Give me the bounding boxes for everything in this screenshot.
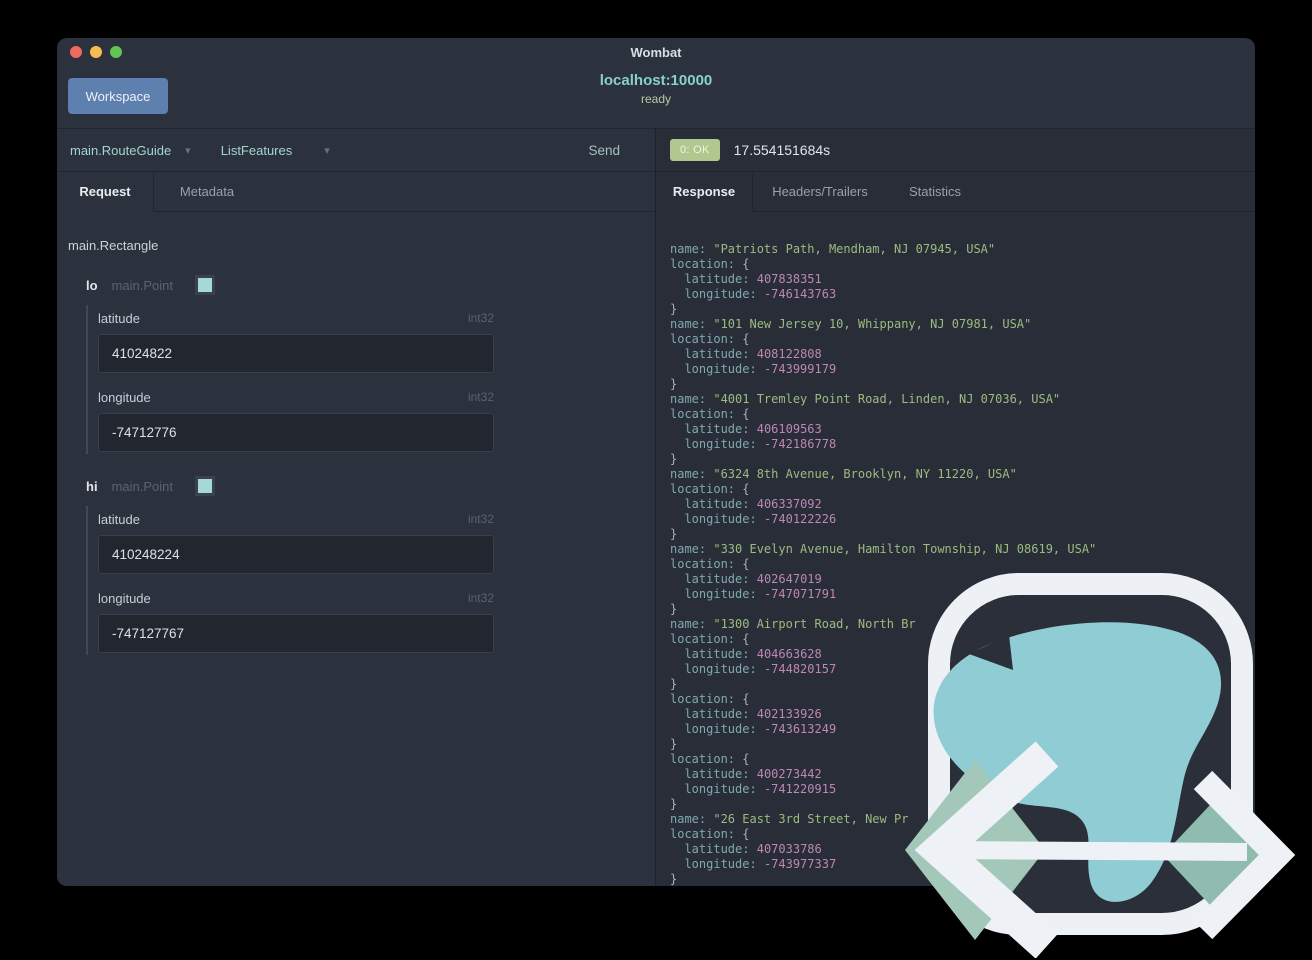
field-longitude: longitude int32	[98, 373, 655, 452]
desktop: { "window": { "title": "Wombat" }, "head…	[0, 0, 1312, 960]
response-line: name: "6324 8th Avenue, Brooklyn, NY 112…	[670, 467, 1017, 481]
minimize-button[interactable]	[90, 46, 102, 58]
status-badge: 0: OK	[670, 139, 720, 161]
group-enable-checkbox[interactable]	[194, 476, 215, 496]
field-latitude: latitude int32	[98, 305, 655, 373]
method-select-value: ListFeatures	[220, 142, 293, 158]
chevron-down-icon: ▾	[324, 144, 330, 157]
response-tabbar: Response Headers/Trailers Statistics	[656, 172, 1255, 212]
longitude-input[interactable]	[98, 614, 494, 653]
title-bar: Wombat	[57, 38, 1255, 66]
tab-request[interactable]: Request	[57, 172, 154, 212]
response-line: }	[670, 452, 678, 466]
field-group-hi: hi main.Point latitude int32 410248224 l…	[86, 475, 655, 655]
tab-headers-trailers[interactable]: Headers/Trailers	[753, 172, 887, 212]
response-line: name: "330 Evelyn Avenue, Hamilton Towns…	[670, 542, 1097, 556]
field-proto-type: int32	[467, 512, 494, 526]
tab-statistics[interactable]: Statistics	[887, 172, 983, 212]
close-button[interactable]	[70, 46, 82, 58]
field-label: latitude	[98, 512, 140, 527]
response-line: latitude: 406109563	[684, 422, 822, 436]
response-line: location: {	[670, 257, 750, 271]
send-button[interactable]: Send	[588, 143, 620, 158]
zoom-button[interactable]	[110, 46, 122, 58]
response-line: location: {	[670, 482, 750, 496]
response-line: }	[670, 527, 678, 541]
response-line: longitude: -743999179	[684, 362, 837, 376]
response-line: latitude: 408122808	[684, 347, 822, 361]
header: Workspace localhost:10000 ready	[57, 66, 1255, 128]
window-title: Wombat	[630, 44, 682, 60]
group-name: lo	[86, 277, 98, 293]
response-line: }	[670, 377, 678, 391]
response-line: }	[670, 302, 678, 316]
tab-response[interactable]: Response	[656, 172, 753, 212]
request-panel: main.RouteGuide ▾ ListFeatures ▾ Send Re…	[57, 129, 655, 886]
field-proto-type: int32	[467, 311, 494, 325]
response-line: location: {	[670, 407, 750, 421]
field-latitude: latitude int32	[98, 506, 655, 574]
server-info: localhost:10000 ready	[57, 72, 1255, 106]
field-label: longitude	[98, 591, 151, 606]
field-longitude: longitude int32	[98, 574, 655, 653]
response-line: latitude: 407838351	[684, 272, 822, 286]
server-address: localhost:10000	[599, 72, 713, 89]
response-line: longitude: -742186778	[684, 437, 837, 451]
request-toolbar: main.RouteGuide ▾ ListFeatures ▾ Send	[57, 129, 655, 172]
group-enable-checkbox[interactable]	[194, 275, 215, 295]
service-select-value: main.RouteGuide	[70, 142, 172, 158]
field-proto-type: int32	[467, 390, 494, 404]
request-tabbar: Request Metadata	[57, 172, 655, 212]
request-form: main.Rectangle lo main.Point latitude in…	[57, 212, 655, 655]
chevron-down-icon: ▾	[185, 144, 191, 157]
latitude-input[interactable]	[98, 334, 494, 373]
tab-metadata[interactable]: Metadata	[154, 172, 260, 212]
response-line: longitude: -746143763	[684, 287, 837, 301]
field-label: latitude	[98, 311, 140, 326]
server-status: ready	[640, 92, 672, 106]
response-line: name: "Patriots Path, Mendham, NJ 07945,…	[670, 242, 996, 256]
field-label: longitude	[98, 390, 151, 405]
group-type: main.Point	[111, 277, 173, 293]
response-line: longitude: -740122226	[684, 512, 837, 526]
group-name: hi	[86, 478, 98, 494]
response-line: location: {	[670, 332, 750, 346]
longitude-input[interactable]	[98, 413, 494, 452]
method-select[interactable]: ListFeatures ▾	[221, 143, 330, 158]
group-type: main.Point	[111, 478, 173, 494]
field-group-lo: lo main.Point latitude int32 41024822 lo…	[86, 274, 655, 454]
response-line: name: "4001 Tremley Point Road, Linden, …	[670, 392, 1061, 406]
latitude-input[interactable]	[98, 535, 494, 574]
response-line: latitude: 406337092	[684, 497, 822, 511]
wombat-logo-watermark	[905, 573, 1295, 958]
field-proto-type: int32	[467, 591, 494, 605]
service-select[interactable]: main.RouteGuide ▾	[70, 143, 191, 158]
response-toolbar: 0: OK 17.554151684s	[656, 129, 1255, 172]
traffic-lights	[70, 46, 122, 58]
duration-label: 17.554151684s	[733, 142, 831, 158]
response-line: name: "101 New Jersey 10, Whippany, NJ 0…	[670, 317, 1032, 331]
message-type-label: main.Rectangle	[68, 238, 159, 253]
